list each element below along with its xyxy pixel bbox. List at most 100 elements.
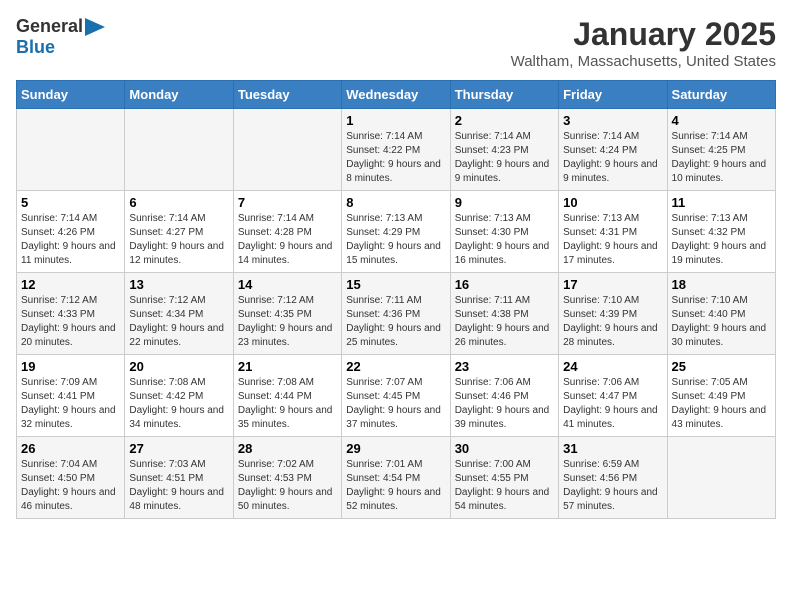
day-number: 2 — [455, 113, 554, 128]
day-number: 7 — [238, 195, 337, 210]
day-number: 10 — [563, 195, 662, 210]
calendar-cell — [17, 109, 125, 191]
calendar-week-row: 26Sunrise: 7:04 AMSunset: 4:50 PMDayligh… — [17, 437, 776, 519]
day-number: 6 — [129, 195, 228, 210]
day-number: 31 — [563, 441, 662, 456]
day-info: Sunrise: 7:14 AMSunset: 4:28 PMDaylight:… — [238, 212, 337, 268]
weekday-header-tuesday: Tuesday — [233, 81, 341, 109]
day-info: Sunrise: 7:08 AMSunset: 4:42 PMDaylight:… — [129, 376, 228, 432]
day-info: Sunrise: 7:14 AMSunset: 4:26 PMDaylight:… — [21, 212, 120, 268]
calendar-cell: 20 Sunrise: 7:08 AMSunset: 4:42 PMDayligh… — [125, 355, 233, 437]
weekday-header-wednesday: Wednesday — [342, 81, 450, 109]
day-number: 12 — [21, 277, 120, 292]
day-number: 22 — [346, 359, 445, 374]
day-info: Sunrise: 7:12 AMSunset: 4:33 PMDaylight:… — [21, 294, 120, 350]
day-info: Sunrise: 7:12 AMSunset: 4:34 PMDaylight:… — [129, 294, 228, 350]
calendar-cell: 17 Sunrise: 7:10 AMSunset: 4:39 PMDayligh… — [559, 273, 667, 355]
weekday-header-sunday: Sunday — [17, 81, 125, 109]
day-info: Sunrise: 7:08 AMSunset: 4:44 PMDaylight:… — [238, 376, 337, 432]
weekday-header-row: SundayMondayTuesdayWednesdayThursdayFrid… — [17, 81, 776, 109]
calendar-cell: 10 Sunrise: 7:13 AMSunset: 4:31 PMDayligh… — [559, 191, 667, 273]
day-number: 27 — [129, 441, 228, 456]
day-number: 15 — [346, 277, 445, 292]
day-info: Sunrise: 7:14 AMSunset: 4:27 PMDaylight:… — [129, 212, 228, 268]
day-number: 29 — [346, 441, 445, 456]
day-number: 20 — [129, 359, 228, 374]
day-info: Sunrise: 6:59 AMSunset: 4:56 PMDaylight:… — [563, 458, 662, 514]
calendar-cell: 23Sunrise: 7:06 AMSunset: 4:46 PMDayligh… — [450, 355, 558, 437]
calendar-cell: 11 Sunrise: 7:13 AMSunset: 4:32 PMDayligh… — [667, 191, 775, 273]
day-info: Sunrise: 7:14 AMSunset: 4:25 PMDaylight:… — [672, 130, 771, 186]
calendar-cell: 27 Sunrise: 7:03 AMSunset: 4:51 PMDayligh… — [125, 437, 233, 519]
day-number: 1 — [346, 113, 445, 128]
day-info: Sunrise: 7:09 AMSunset: 4:41 PMDaylight:… — [21, 376, 120, 432]
calendar-week-row: 5 Sunrise: 7:14 AMSunset: 4:26 PMDaylight… — [17, 191, 776, 273]
calendar-cell: 31 Sunrise: 6:59 AMSunset: 4:56 PMDayligh… — [559, 437, 667, 519]
day-info: Sunrise: 7:11 AMSunset: 4:38 PMDaylight:… — [455, 294, 554, 350]
day-number: 28 — [238, 441, 337, 456]
calendar-cell: 2 Sunrise: 7:14 AMSunset: 4:23 PMDaylight… — [450, 109, 558, 191]
calendar-cell: 6 Sunrise: 7:14 AMSunset: 4:27 PMDaylight… — [125, 191, 233, 273]
calendar-cell — [125, 109, 233, 191]
calendar-cell: 29 Sunrise: 7:01 AMSunset: 4:54 PMDayligh… — [342, 437, 450, 519]
day-number: 9 — [455, 195, 554, 210]
day-number: 13 — [129, 277, 228, 292]
calendar-cell: 22 Sunrise: 7:07 AMSunset: 4:45 PMDayligh… — [342, 355, 450, 437]
calendar-cell: 24Sunrise: 7:06 AMSunset: 4:47 PMDayligh… — [559, 355, 667, 437]
day-info: Sunrise: 7:14 AMSunset: 4:24 PMDaylight:… — [563, 130, 662, 186]
day-info: Sunrise: 7:03 AMSunset: 4:51 PMDaylight:… — [129, 458, 228, 514]
day-number: 11 — [672, 195, 771, 210]
calendar-cell: 12 Sunrise: 7:12 AMSunset: 4:33 PMDayligh… — [17, 273, 125, 355]
calendar-cell: 30Sunrise: 7:00 AMSunset: 4:55 PMDayligh… — [450, 437, 558, 519]
weekday-header-thursday: Thursday — [450, 81, 558, 109]
day-info: Sunrise: 7:06 AMSunset: 4:46 PMDaylight:… — [455, 376, 554, 432]
location-title: Waltham, Massachusetts, United States — [511, 53, 776, 70]
calendar-cell: 13 Sunrise: 7:12 AMSunset: 4:34 PMDayligh… — [125, 273, 233, 355]
day-info: Sunrise: 7:01 AMSunset: 4:54 PMDaylight:… — [346, 458, 445, 514]
day-number: 19 — [21, 359, 120, 374]
header: General Blue January 2025 Waltham, Massa… — [16, 16, 776, 70]
calendar-cell — [667, 437, 775, 519]
day-number: 18 — [672, 277, 771, 292]
day-info: Sunrise: 7:07 AMSunset: 4:45 PMDaylight:… — [346, 376, 445, 432]
calendar-cell: 16 Sunrise: 7:11 AMSunset: 4:38 PMDayligh… — [450, 273, 558, 355]
calendar-cell: 28Sunrise: 7:02 AMSunset: 4:53 PMDayligh… — [233, 437, 341, 519]
day-number: 24 — [563, 359, 662, 374]
calendar-cell: 15 Sunrise: 7:11 AMSunset: 4:36 PMDayligh… — [342, 273, 450, 355]
day-number: 21 — [238, 359, 337, 374]
logo: General Blue — [16, 16, 105, 58]
day-info: Sunrise: 7:13 AMSunset: 4:30 PMDaylight:… — [455, 212, 554, 268]
month-title: January 2025 — [511, 16, 776, 53]
day-number: 4 — [672, 113, 771, 128]
day-number: 5 — [21, 195, 120, 210]
weekday-header-saturday: Saturday — [667, 81, 775, 109]
day-info: Sunrise: 7:05 AMSunset: 4:49 PMDaylight:… — [672, 376, 771, 432]
day-number: 3 — [563, 113, 662, 128]
calendar-table: SundayMondayTuesdayWednesdayThursdayFrid… — [16, 80, 776, 519]
day-number: 25 — [672, 359, 771, 374]
calendar-cell: 9 Sunrise: 7:13 AMSunset: 4:30 PMDaylight… — [450, 191, 558, 273]
day-info: Sunrise: 7:00 AMSunset: 4:55 PMDaylight:… — [455, 458, 554, 514]
calendar-week-row: 19 Sunrise: 7:09 AMSunset: 4:41 PMDayligh… — [17, 355, 776, 437]
calendar-cell: 7 Sunrise: 7:14 AMSunset: 4:28 PMDaylight… — [233, 191, 341, 273]
day-info: Sunrise: 7:13 AMSunset: 4:32 PMDaylight:… — [672, 212, 771, 268]
day-number: 16 — [455, 277, 554, 292]
calendar-cell: 14Sunrise: 7:12 AMSunset: 4:35 PMDayligh… — [233, 273, 341, 355]
calendar-cell: 19 Sunrise: 7:09 AMSunset: 4:41 PMDayligh… — [17, 355, 125, 437]
calendar-week-row: 12 Sunrise: 7:12 AMSunset: 4:33 PMDayligh… — [17, 273, 776, 355]
day-info: Sunrise: 7:11 AMSunset: 4:36 PMDaylight:… — [346, 294, 445, 350]
calendar-cell: 5 Sunrise: 7:14 AMSunset: 4:26 PMDaylight… — [17, 191, 125, 273]
day-number: 8 — [346, 195, 445, 210]
day-info: Sunrise: 7:10 AMSunset: 4:40 PMDaylight:… — [672, 294, 771, 350]
title-area: January 2025 Waltham, Massachusetts, Uni… — [511, 16, 776, 70]
calendar-cell: 3 Sunrise: 7:14 AMSunset: 4:24 PMDaylight… — [559, 109, 667, 191]
calendar-week-row: 1Sunrise: 7:14 AMSunset: 4:22 PMDaylight… — [17, 109, 776, 191]
day-info: Sunrise: 7:12 AMSunset: 4:35 PMDaylight:… — [238, 294, 337, 350]
day-info: Sunrise: 7:10 AMSunset: 4:39 PMDaylight:… — [563, 294, 662, 350]
day-info: Sunrise: 7:13 AMSunset: 4:29 PMDaylight:… — [346, 212, 445, 268]
day-info: Sunrise: 7:13 AMSunset: 4:31 PMDaylight:… — [563, 212, 662, 268]
weekday-header-monday: Monday — [125, 81, 233, 109]
calendar-cell: 4 Sunrise: 7:14 AMSunset: 4:25 PMDaylight… — [667, 109, 775, 191]
day-number: 17 — [563, 277, 662, 292]
day-info: Sunrise: 7:14 AMSunset: 4:23 PMDaylight:… — [455, 130, 554, 186]
